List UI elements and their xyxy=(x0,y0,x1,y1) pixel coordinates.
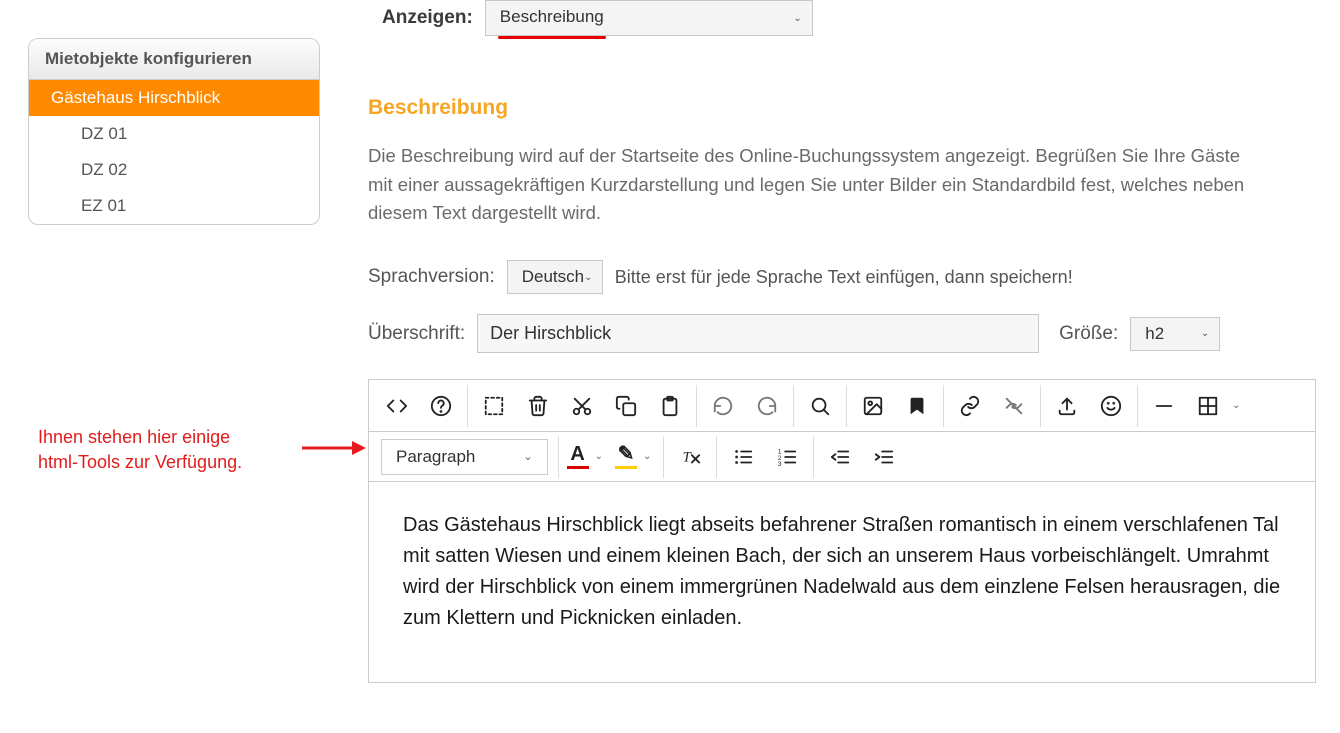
editor-toolbar-2: Paragraph ⌄ A ⌄ ✎ ⌄ T 123 xyxy=(369,432,1315,482)
outdent-icon[interactable] xyxy=(818,435,862,479)
cut-icon[interactable] xyxy=(560,384,604,428)
editor-content[interactable]: Das Gästehaus Hirschblick liegt abseits … xyxy=(369,482,1315,682)
sidebar-objects: Mietobjekte konfigurieren Gästehaus Hirs… xyxy=(28,38,320,225)
sprach-hint: Bitte erst für jede Sprache Text einfüge… xyxy=(615,267,1073,288)
upload-icon[interactable] xyxy=(1045,384,1089,428)
help-icon[interactable] xyxy=(419,384,463,428)
section-heading: Beschreibung xyxy=(368,96,1316,120)
select-all-icon[interactable] xyxy=(472,384,516,428)
format-select[interactable]: Paragraph ⌄ xyxy=(381,439,548,475)
link-icon[interactable] xyxy=(948,384,992,428)
bookmark-icon[interactable] xyxy=(895,384,939,428)
size-select[interactable]: h2 ⌄ xyxy=(1130,317,1220,351)
sidebar-item-label: DZ 02 xyxy=(81,160,127,179)
annotation: Ihnen stehen hier einige html-Tools zur … xyxy=(28,425,320,475)
arrow-right-icon xyxy=(302,439,366,457)
source-code-icon[interactable] xyxy=(375,384,419,428)
size-label: Größe: xyxy=(1059,323,1118,345)
info-text: Die Beschreibung wird auf der Startseite… xyxy=(368,142,1268,228)
highlight-dropdown-icon[interactable]: ⌄ xyxy=(641,451,659,462)
horizontal-rule-icon[interactable] xyxy=(1142,384,1186,428)
ueberschrift-label: Überschrift: xyxy=(368,323,465,345)
image-icon[interactable] xyxy=(851,384,895,428)
editor-toolbar-1: ⌄ xyxy=(369,380,1315,432)
sprach-value: Deutsch xyxy=(522,267,584,287)
redo-icon[interactable] xyxy=(745,384,789,428)
table-icon[interactable] xyxy=(1186,384,1230,428)
search-icon[interactable] xyxy=(798,384,842,428)
chevron-down-icon: ⌄ xyxy=(584,272,592,283)
undo-icon[interactable] xyxy=(701,384,745,428)
sprach-label: Sprachversion: xyxy=(368,266,495,288)
anzeigen-select[interactable]: Beschreibung ⌄ xyxy=(485,0,813,36)
sidebar-item-label: DZ 01 xyxy=(81,124,127,143)
table-dropdown-icon[interactable]: ⌄ xyxy=(1230,400,1248,411)
svg-text:T: T xyxy=(683,449,693,465)
indent-icon[interactable] xyxy=(862,435,906,479)
chevron-down-icon: ⌄ xyxy=(793,13,801,24)
ueberschrift-input[interactable] xyxy=(477,314,1039,353)
text-color-button[interactable]: A xyxy=(563,439,593,475)
anzeigen-value: Beschreibung xyxy=(500,7,604,29)
sidebar-item-dz01[interactable]: DZ 01 xyxy=(29,116,319,152)
annotation-text: Ihnen stehen hier einige html-Tools zur … xyxy=(38,425,320,475)
sidebar-item-ez01[interactable]: EZ 01 xyxy=(29,188,319,224)
paste-icon[interactable] xyxy=(648,384,692,428)
anzeigen-label: Anzeigen: xyxy=(382,7,473,29)
sidebar-item-label: EZ 01 xyxy=(81,196,126,215)
text-color-icon: A xyxy=(570,444,584,464)
sidebar-item-guesthouse[interactable]: Gästehaus Hirschblick xyxy=(29,80,319,116)
rich-text-editor: ⌄ Paragraph ⌄ A ⌄ ✎ ⌄ xyxy=(368,379,1316,683)
copy-icon[interactable] xyxy=(604,384,648,428)
unlink-icon[interactable] xyxy=(992,384,1036,428)
sidebar-title: Mietobjekte konfigurieren xyxy=(29,39,319,80)
emoji-icon[interactable] xyxy=(1089,384,1133,428)
numbered-list-icon[interactable]: 123 xyxy=(765,435,809,479)
svg-text:3: 3 xyxy=(778,461,782,468)
text-color-dropdown-icon[interactable]: ⌄ xyxy=(593,451,611,462)
sidebar-item-dz02[interactable]: DZ 02 xyxy=(29,152,319,188)
bullet-list-icon[interactable] xyxy=(721,435,765,479)
highlight-color-button[interactable]: ✎ xyxy=(611,439,641,475)
format-value: Paragraph xyxy=(396,447,475,467)
size-value: h2 xyxy=(1145,324,1164,344)
chevron-down-icon: ⌄ xyxy=(1201,328,1209,339)
sprach-select[interactable]: Deutsch ⌄ xyxy=(507,260,603,294)
chevron-down-icon: ⌄ xyxy=(523,450,532,463)
clear-format-icon[interactable]: T xyxy=(668,435,712,479)
highlight-icon: ✎ xyxy=(618,444,635,464)
trash-icon[interactable] xyxy=(516,384,560,428)
sidebar-item-label: Gästehaus Hirschblick xyxy=(51,88,220,107)
